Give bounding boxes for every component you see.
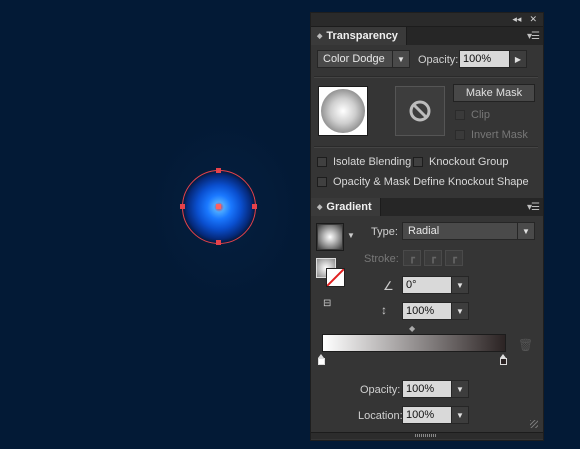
knockout-group-row: Knockout Group [413, 156, 509, 168]
panel-toggle-icon[interactable]: ◆ [317, 32, 322, 40]
gradient-annotator-icon[interactable]: ⊟ [323, 298, 331, 309]
transparency-tab-bar: ◆ Transparency ▾☰ [311, 27, 543, 45]
divider [314, 146, 538, 148]
gradient-stop-end-color [500, 358, 507, 365]
tab-gradient-label: Gradient [326, 201, 372, 213]
stroke-along-icon[interactable]: ┏ [424, 250, 442, 266]
chevron-down-icon[interactable]: ▼ [347, 231, 355, 240]
clip-row: Clip [455, 109, 490, 121]
stroke-within-icon[interactable]: ┏ [403, 250, 421, 266]
chevron-down-icon[interactable]: ▼ [451, 407, 468, 423]
make-mask-button[interactable]: Make Mask [453, 84, 535, 102]
opacity-field[interactable]: 100% ▶ [459, 50, 527, 68]
isolate-blending-checkbox[interactable] [317, 157, 327, 167]
tab-gradient[interactable]: ◆ Gradient [311, 198, 381, 216]
invert-mask-checkbox[interactable] [455, 130, 465, 140]
chevron-down-icon[interactable]: ▼ [392, 51, 409, 67]
gradient-swatch[interactable] [316, 223, 344, 251]
resize-grip-icon[interactable] [530, 420, 538, 428]
knockout-group-checkbox[interactable] [413, 157, 423, 167]
isolate-blending-label: Isolate Blending [333, 156, 412, 168]
object-thumbnail[interactable] [318, 86, 368, 136]
gradient-swatch-preview [318, 225, 342, 249]
selection-handle-right[interactable] [252, 204, 257, 209]
clip-checkbox[interactable] [455, 110, 465, 120]
angle-icon: ∠ [383, 279, 394, 293]
opacity-mask-label: Opacity & Mask Define Knockout Shape [333, 176, 529, 188]
type-dropdown[interactable]: Radial ▼ [402, 222, 535, 240]
panel-toggle-icon[interactable]: ◆ [317, 203, 322, 211]
gradient-tab-bar: ◆ Gradient ▾☰ [311, 198, 543, 216]
stroke-buttons: ┏ ┏ ┏ [403, 250, 463, 266]
panel-menu-icon[interactable]: ▾☰ [527, 27, 543, 45]
clip-label: Clip [471, 109, 490, 121]
aspect-ratio-value: 100% [406, 305, 435, 317]
chevron-down-icon[interactable]: ▼ [451, 381, 468, 397]
stroke-across-icon[interactable]: ┏ [445, 250, 463, 266]
divider [314, 76, 538, 78]
close-icon[interactable]: ✕ [529, 14, 537, 25]
aspect-ratio-field[interactable]: 100% ▼ [402, 302, 469, 320]
trash-icon[interactable]: 🗑 [518, 338, 533, 352]
fill-stroke-swatch[interactable] [316, 258, 345, 287]
panel-menu-icon[interactable]: ▾☰ [527, 198, 543, 216]
make-mask-label: Make Mask [465, 87, 523, 99]
dock-footer [311, 431, 543, 439]
dock-grip-icon[interactable] [415, 434, 437, 437]
blend-mode-value: Color Dodge [323, 53, 385, 65]
invert-mask-label: Invert Mask [471, 129, 528, 141]
knockout-group-label: Knockout Group [429, 156, 509, 168]
gradient-slider[interactable] [322, 334, 506, 352]
chevron-down-icon[interactable]: ▼ [451, 303, 468, 319]
selection-handle-top[interactable] [216, 168, 221, 173]
gradient-stop-start[interactable] [318, 354, 325, 365]
opacity-label: Opacity: [418, 54, 459, 66]
location-field[interactable]: 100% ▼ [402, 406, 469, 424]
selection-handle-left[interactable] [180, 204, 185, 209]
type-label: Type: [371, 226, 398, 238]
invert-mask-row: Invert Mask [455, 129, 528, 141]
location-label: Location: [358, 410, 403, 422]
collapse-icon[interactable]: ◂◂ [512, 14, 521, 25]
isolate-blending-row: Isolate Blending [317, 156, 411, 168]
stop-opacity-value: 100% [406, 383, 435, 395]
none-slash-icon [326, 268, 345, 287]
type-value: Radial [408, 225, 440, 237]
no-mask-icon [409, 100, 431, 122]
center-point[interactable] [216, 204, 221, 209]
gradient-stop-end[interactable] [500, 354, 507, 365]
opacity-mask-row: Opacity & Mask Define Knockout Shape [317, 176, 529, 188]
location-value: 100% [406, 409, 435, 421]
chevron-down-icon[interactable]: ▼ [517, 223, 534, 239]
mask-thumbnail[interactable] [395, 86, 445, 136]
chevron-right-icon[interactable]: ▶ [509, 51, 526, 67]
dock-bottom-bar [311, 432, 543, 439]
gradient-stop-start-color [318, 358, 325, 365]
tab-transparency[interactable]: ◆ Transparency [311, 27, 407, 45]
midpoint-diamond-icon[interactable]: ◆ [409, 324, 415, 333]
aspect-ratio-icon: ↕ [381, 303, 387, 317]
stroke-label: Stroke: [364, 253, 399, 265]
stroke-swatch[interactable] [326, 268, 345, 287]
stop-opacity-label: Opacity: [360, 384, 401, 396]
blend-mode-dropdown[interactable]: Color Dodge ▼ [317, 50, 410, 68]
opacity-value: 100% [463, 53, 492, 65]
angle-value: 0° [406, 279, 417, 291]
thumbnail-gradient [321, 89, 365, 133]
chevron-down-icon[interactable]: ▼ [451, 277, 468, 293]
angle-field[interactable]: 0° ▼ [402, 276, 469, 294]
stop-opacity-field[interactable]: 100% ▼ [402, 380, 469, 398]
opacity-mask-checkbox[interactable] [317, 177, 327, 187]
selection-handle-bottom[interactable] [216, 240, 221, 245]
dock-header: ◂◂ ✕ [311, 13, 543, 27]
tab-transparency-label: Transparency [326, 30, 398, 42]
